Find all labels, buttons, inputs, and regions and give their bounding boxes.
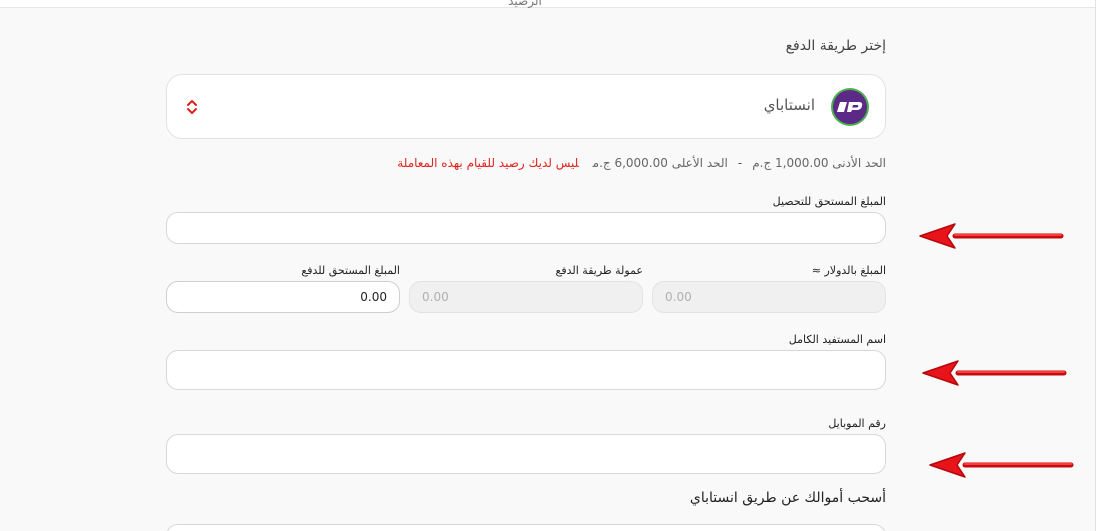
chevron-up-down-icon[interactable] — [185, 97, 199, 117]
next-field-partial[interactable] — [166, 524, 886, 531]
red-arrow-icon — [929, 452, 1074, 478]
beneficiary-name-input[interactable] — [166, 350, 886, 390]
withdraw-section-label: أسحب أموالك عن طريق انستاباي — [689, 490, 886, 506]
scrollbar[interactable] — [1095, 0, 1101, 531]
usd-amount-input — [652, 281, 886, 313]
balance-error: ليس لديك رصيد للقيام بهذه المعاملة — [397, 156, 579, 170]
commission-input — [409, 281, 643, 313]
amount-pay-label: المبلغ المستحق للدفع — [301, 264, 400, 277]
payment-method-select[interactable]: انستاباي — [166, 74, 886, 139]
min-limit: الحد الأدنى 1,000.00 ج.م — [752, 156, 886, 170]
red-arrow-icon — [919, 223, 1064, 249]
limits-row: الحد الأدنى 1,000.00 ج.م-الحد الأعلى 6,0… — [397, 156, 886, 170]
mobile-label: رقم الموبايل — [828, 417, 886, 430]
max-limit: الحد الأعلى 6,000.00 ج.م — [592, 156, 728, 170]
section-title-cut: الرصيد — [508, 0, 542, 8]
payment-method-label: إختر طريقة الدفع — [785, 38, 886, 54]
mobile-input[interactable] — [166, 434, 886, 474]
instapay-logo — [831, 88, 869, 126]
amount-pay-input[interactable] — [166, 281, 400, 313]
commission-label: عمولة طريقة الدفع — [555, 264, 644, 277]
amount-collect-label: المبلغ المستحق للتحصيل — [772, 195, 886, 208]
amount-collect-input[interactable] — [166, 212, 886, 244]
red-arrow-icon — [922, 360, 1067, 386]
beneficiary-name-label: اسم المستفيد الكامل — [788, 333, 886, 346]
limits-separator: - — [737, 156, 743, 170]
instapay-logo-icon — [837, 102, 863, 112]
selected-method-name: انستاباي — [763, 96, 815, 114]
usd-amount-label: المبلغ بالدولار ≈ — [811, 264, 886, 277]
